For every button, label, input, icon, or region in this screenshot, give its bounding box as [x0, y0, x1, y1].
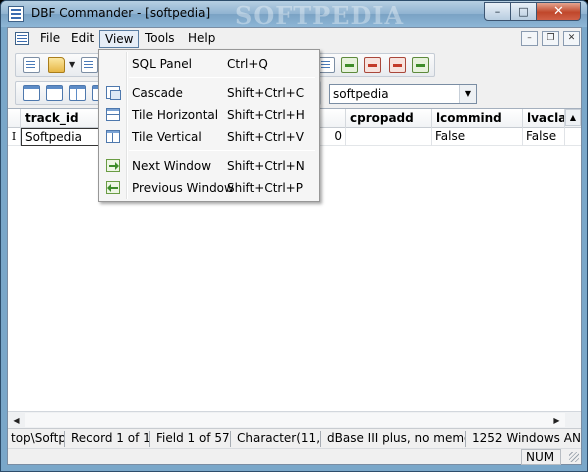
column-header-lcommind[interactable]: lcommind — [432, 109, 523, 128]
resize-grip-icon[interactable] — [569, 452, 579, 462]
mdi-close-button[interactable]: ✕ — [563, 31, 580, 46]
open-dropdown-arrow-icon[interactable]: ▼ — [69, 57, 77, 73]
menu-item-label: Cascade — [132, 86, 183, 100]
next-window-icon — [106, 159, 120, 172]
menu-separator — [129, 77, 315, 78]
row-cursor-indicator: I — [8, 128, 21, 146]
window-title: DBF Commander - [softpedia] — [31, 6, 211, 20]
import-icon[interactable] — [341, 57, 358, 73]
database-select-value: softpedia — [333, 87, 389, 101]
mdi-restore-button[interactable]: ❐ — [542, 31, 559, 46]
scroll-up-arrow-icon[interactable]: ▲ — [565, 109, 581, 126]
tile-horizontal-icon — [106, 108, 120, 121]
menu-item-next-window[interactable]: Next Window Shift+Ctrl+N — [101, 156, 317, 176]
tile-vertical-toolbar-icon[interactable] — [69, 85, 86, 101]
status-field-type: Character(11,0) — [234, 431, 321, 447]
menu-edit[interactable]: Edit — [66, 30, 99, 48]
menu-item-label: SQL Panel — [132, 57, 192, 71]
status-bar: top\Softp Record 1 of 1 Field 1 of 57 Ch… — [8, 428, 581, 448]
cell-lvaclan[interactable]: False — [523, 128, 565, 146]
status-table-format: dBase III plus, no memo — [324, 431, 466, 447]
cell-lcommind[interactable]: False — [432, 128, 523, 146]
mdi-minimize-button[interactable]: – — [521, 31, 538, 46]
menu-item-shortcut: Ctrl+Q — [227, 57, 268, 71]
tile-horizontal-toolbar-icon[interactable] — [46, 85, 63, 101]
scrollbar-thumb[interactable] — [25, 413, 565, 427]
cascade-toolbar-icon[interactable] — [23, 85, 40, 101]
menu-bar: File Edit View Tools Help – ❐ ✕ — [8, 28, 581, 50]
horizontal-scrollbar[interactable]: ◀ ▶ — [8, 411, 581, 428]
caption-buttons: – □ ✕ — [484, 2, 581, 21]
menu-view[interactable]: View — [99, 30, 140, 48]
num-lock-indicator: NUM — [521, 449, 561, 465]
cascade-icon — [106, 86, 121, 100]
menu-separator — [129, 150, 315, 151]
status-field: Field 1 of 57 — [153, 431, 231, 447]
menu-item-label: Previous Window — [132, 181, 234, 195]
scroll-left-arrow-icon[interactable]: ◀ — [8, 412, 25, 429]
scroll-right-arrow-icon[interactable]: ▶ — [548, 412, 565, 429]
menu-item-label: Tile Horizontal — [132, 108, 219, 122]
app-icon[interactable] — [8, 6, 24, 22]
view-menu-dropdown: SQL Panel Ctrl+Q Cascade Shift+Ctrl+C Ti… — [98, 49, 320, 202]
document-window-icon[interactable] — [15, 32, 29, 45]
tile-vertical-icon — [106, 130, 120, 143]
maximize-button[interactable]: □ — [511, 2, 537, 21]
menu-item-cascade[interactable]: Cascade Shift+Ctrl+C — [101, 83, 317, 103]
status-path: top\Softp — [8, 431, 65, 447]
copy-table-icon[interactable] — [318, 57, 335, 73]
menu-item-label: Tile Vertical — [132, 130, 202, 144]
status-codepage: 1252 Windows ANSI — [472, 431, 581, 445]
column-header-lvaclan[interactable]: lvaclan — [523, 109, 565, 128]
menu-tools[interactable]: Tools — [140, 30, 180, 48]
menu-help[interactable]: Help — [183, 30, 220, 48]
delete-records-icon[interactable] — [389, 57, 406, 73]
minimize-button[interactable]: – — [484, 2, 511, 21]
new-table-icon[interactable] — [23, 57, 40, 73]
application-window: DBF Commander - [softpedia] SOFTPEDIA – … — [0, 0, 588, 472]
menu-item-shortcut: Shift+Ctrl+P — [227, 181, 303, 195]
secondary-status-bar: NUM — [8, 448, 581, 465]
title-bar[interactable]: DBF Commander - [softpedia] SOFTPEDIA – … — [1, 1, 587, 30]
row-indicator-header — [8, 109, 21, 128]
column-header-cpropadd[interactable]: cpropadd — [346, 109, 432, 128]
menu-item-shortcut: Shift+Ctrl+V — [227, 130, 304, 144]
close-button[interactable]: ✕ — [537, 2, 581, 21]
menu-item-shortcut: Shift+Ctrl+H — [227, 108, 305, 122]
export-icon[interactable] — [364, 57, 381, 73]
menu-item-tile-vertical[interactable]: Tile Vertical Shift+Ctrl+V — [101, 127, 317, 147]
pack-table-icon[interactable] — [412, 57, 429, 73]
previous-window-icon — [106, 181, 120, 194]
menu-item-tile-horizontal[interactable]: Tile Horizontal Shift+Ctrl+H — [101, 105, 317, 125]
menu-item-previous-window[interactable]: Previous Window Shift+Ctrl+P — [101, 178, 317, 198]
menu-item-shortcut: Shift+Ctrl+C — [227, 86, 305, 100]
menu-item-label: Next Window — [132, 159, 212, 173]
open-folder-icon[interactable] — [48, 57, 65, 73]
menu-item-shortcut: Shift+Ctrl+N — [227, 159, 305, 173]
watermark: SOFTPEDIA — [235, 1, 405, 30]
menu-item-sql-panel[interactable]: SQL Panel Ctrl+Q — [101, 54, 317, 74]
chevron-down-icon[interactable]: ▼ — [459, 85, 476, 103]
save-table-icon[interactable] — [81, 57, 98, 73]
menu-file[interactable]: File — [35, 30, 65, 48]
cell-cpropadd[interactable] — [346, 128, 432, 146]
status-record: Record 1 of 1 — [68, 431, 150, 447]
database-select[interactable]: softpedia ▼ — [329, 84, 477, 104]
